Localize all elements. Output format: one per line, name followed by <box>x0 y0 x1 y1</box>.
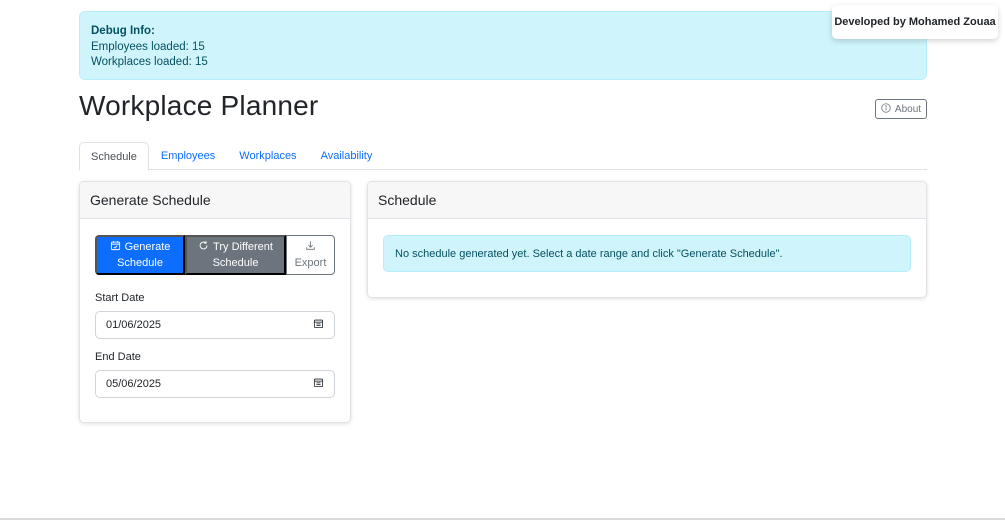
export-button-label: Export <box>294 256 327 269</box>
info-circle-icon <box>881 102 891 116</box>
export-button[interactable]: Export <box>286 235 335 275</box>
generate-schedule-button[interactable]: Generate Schedule <box>95 235 185 275</box>
schedule-action-buttons: Generate Schedule Try Different Schedule <box>95 235 335 275</box>
generate-schedule-card: Generate Schedule Generate Schedule Try … <box>79 181 351 423</box>
about-button[interactable]: About <box>875 99 927 119</box>
tab-schedule[interactable]: Schedule <box>79 142 149 171</box>
developer-credit-badge: Developed by Mohamed Zouaa <box>832 5 998 39</box>
try-button-line2: Schedule <box>212 256 259 269</box>
main-tabs: Schedule Employees Workplaces Availabili… <box>79 142 927 171</box>
try-button-line1: Try Different <box>213 241 273 253</box>
about-button-label: About <box>894 103 922 115</box>
generate-schedule-title: Generate Schedule <box>80 182 350 219</box>
employees-loaded-text: Employees loaded: 15 <box>91 40 205 53</box>
download-icon <box>305 240 316 256</box>
try-different-schedule-button[interactable]: Try Different Schedule <box>185 235 286 275</box>
schedule-card: Schedule No schedule generated yet. Sele… <box>367 181 927 298</box>
tab-employees[interactable]: Employees <box>149 142 227 170</box>
end-date-input[interactable]: 05/06/2025 <box>95 370 335 398</box>
calendar-check-icon <box>110 240 121 256</box>
refresh-icon <box>198 240 209 256</box>
page-title: Workplace Planner <box>79 90 319 121</box>
end-date-label: End Date <box>95 351 141 363</box>
no-schedule-alert: No schedule generated yet. Select a date… <box>383 235 911 272</box>
debug-info-title: Debug Info: <box>91 25 155 37</box>
tab-workplaces[interactable]: Workplaces <box>227 142 308 170</box>
generate-button-line2: Schedule <box>117 256 163 269</box>
start-date-input[interactable]: 01/06/2025 <box>95 311 335 339</box>
calendar-icon[interactable] <box>313 377 324 391</box>
generate-button-line1: Generate <box>124 241 171 253</box>
start-date-label: Start Date <box>95 292 145 304</box>
debug-info-alert: Debug Info: Employees loaded: 15 Workpla… <box>79 11 927 80</box>
calendar-icon[interactable] <box>313 318 324 332</box>
workplaces-loaded-text: Workplaces loaded: 15 <box>91 56 208 68</box>
schedule-title: Schedule <box>368 182 926 219</box>
tab-availability[interactable]: Availability <box>309 142 385 170</box>
start-date-value: 01/06/2025 <box>106 319 162 331</box>
end-date-value: 05/06/2025 <box>106 378 162 390</box>
